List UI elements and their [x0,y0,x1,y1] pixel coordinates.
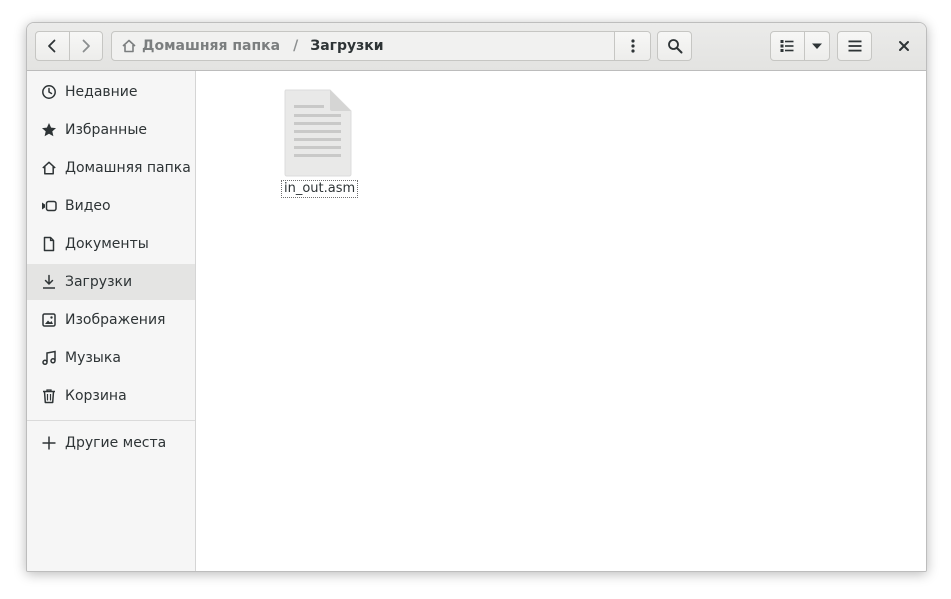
navigation-buttons [35,31,103,61]
document-icon [39,234,59,254]
hamburger-menu-icon [848,40,861,52]
back-button[interactable] [36,32,69,60]
triangle-down-icon [811,43,822,49]
sidebar-item-label: Домашняя папка [65,160,191,176]
breadcrumb-current[interactable]: Загрузки [310,38,383,54]
list-view-button[interactable] [771,32,804,60]
sidebar-item-starred[interactable]: Избранные [27,112,195,148]
home-icon [122,39,136,53]
text-file-icon [284,89,352,177]
sidebar-item-label: Избранные [65,122,147,138]
close-button[interactable] [889,31,919,61]
sidebar-item-videos[interactable]: Видео [27,188,195,224]
home-icon [39,158,59,178]
music-icon [39,348,59,368]
file-manager-window: Домашняя папка / Загрузки Недавние Избра… [26,22,927,572]
sidebar-item-pictures[interactable]: Изображения [27,302,195,338]
places-sidebar: Недавние Избранные Домашняя папка Видео … [27,71,196,571]
sidebar-divider [27,420,195,421]
sidebar-item-documents[interactable]: Документы [27,226,195,262]
vertical-dots-icon [630,39,635,53]
search-icon [667,39,682,54]
image-icon [39,310,59,330]
sidebar-item-label: Документы [65,236,149,252]
sidebar-item-recent[interactable]: Недавние [27,74,195,110]
sidebar-item-home[interactable]: Домашняя папка [27,150,195,186]
trash-icon [39,386,59,406]
view-buttons [770,31,830,61]
chevron-right-icon [82,39,90,53]
sidebar-item-trash[interactable]: Корзина [27,378,195,414]
path-menu-button[interactable] [614,32,650,60]
breadcrumb-home[interactable]: Домашняя папка [112,32,280,60]
location-pathbar: Домашняя папка / Загрузки [111,31,651,61]
star-icon [39,120,59,140]
search-button[interactable] [657,31,692,61]
video-icon [39,196,59,216]
plus-icon [39,433,59,453]
file-name-label: in_out.asm [281,180,359,198]
breadcrumb-separator: / [293,38,299,54]
sidebar-item-label: Корзина [65,388,127,404]
sidebar-item-label: Видео [65,198,111,214]
clock-icon [39,82,59,102]
file-view[interactable]: in_out.asm [196,71,926,571]
headerbar: Домашняя папка / Загрузки [27,23,926,71]
sidebar-item-downloads[interactable]: Загрузки [27,264,195,300]
download-icon [39,272,59,292]
file-item[interactable]: in_out.asm [278,87,359,207]
sidebar-item-label: Недавние [65,84,138,100]
main-menu-button[interactable] [837,31,872,61]
forward-button[interactable] [68,32,103,60]
list-view-icon [780,40,794,52]
sidebar-item-label: Изображения [65,312,166,328]
view-options-button[interactable] [803,32,829,60]
sidebar-item-other-locations[interactable]: Другие места [27,425,195,461]
sidebar-item-label: Загрузки [65,274,133,290]
sidebar-item-label: Другие места [65,435,167,451]
sidebar-item-music[interactable]: Музыка [27,340,195,376]
sidebar-item-label: Музыка [65,350,121,366]
chevron-left-icon [48,39,56,53]
close-icon [899,41,909,51]
breadcrumb-home-label: Домашняя папка [142,38,281,54]
